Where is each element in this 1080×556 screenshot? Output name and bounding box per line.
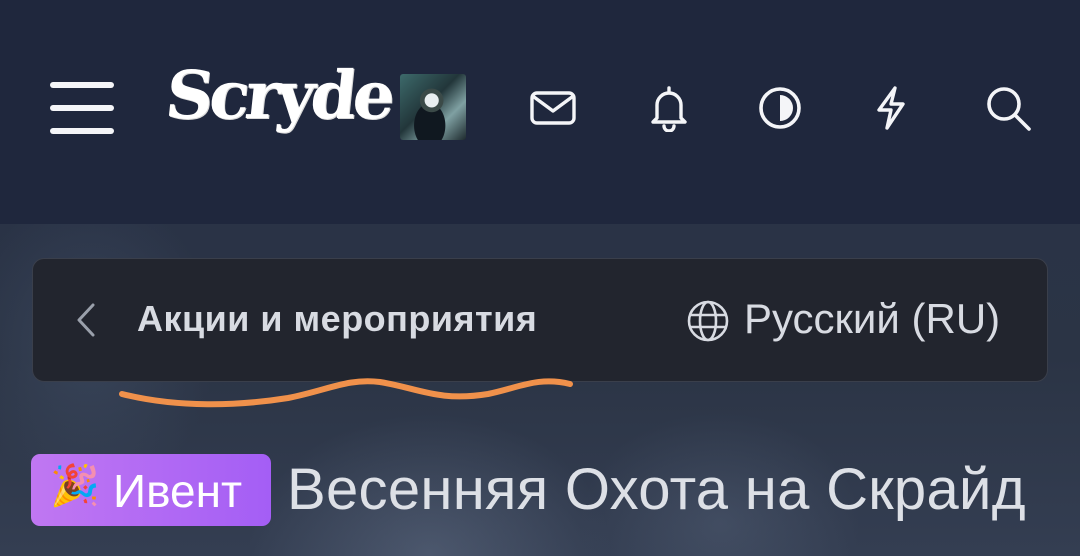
- user-avatar[interactable]: [400, 74, 466, 140]
- party-popper-icon: 🎉: [50, 464, 100, 508]
- mail-icon[interactable]: [529, 84, 577, 132]
- globe-icon[interactable]: [686, 299, 730, 343]
- back-chevron-icon[interactable]: [74, 302, 98, 338]
- scribble-underline: [119, 378, 573, 408]
- lightning-icon[interactable]: [867, 84, 915, 132]
- site-logo[interactable]: Scryde: [162, 56, 395, 134]
- search-icon[interactable]: [984, 84, 1032, 132]
- breadcrumb-link[interactable]: Акции и мероприятия: [137, 298, 537, 340]
- top-header: Scryde: [0, 0, 1080, 224]
- menu-icon[interactable]: [50, 82, 114, 134]
- language-selector[interactable]: Русский (RU): [744, 295, 1000, 343]
- bell-icon[interactable]: [645, 84, 693, 133]
- contrast-icon[interactable]: [756, 84, 804, 132]
- thread-title: Весенняя Охота на Скрайд: [287, 457, 1026, 522]
- prefix-label: Ивент: [113, 465, 243, 517]
